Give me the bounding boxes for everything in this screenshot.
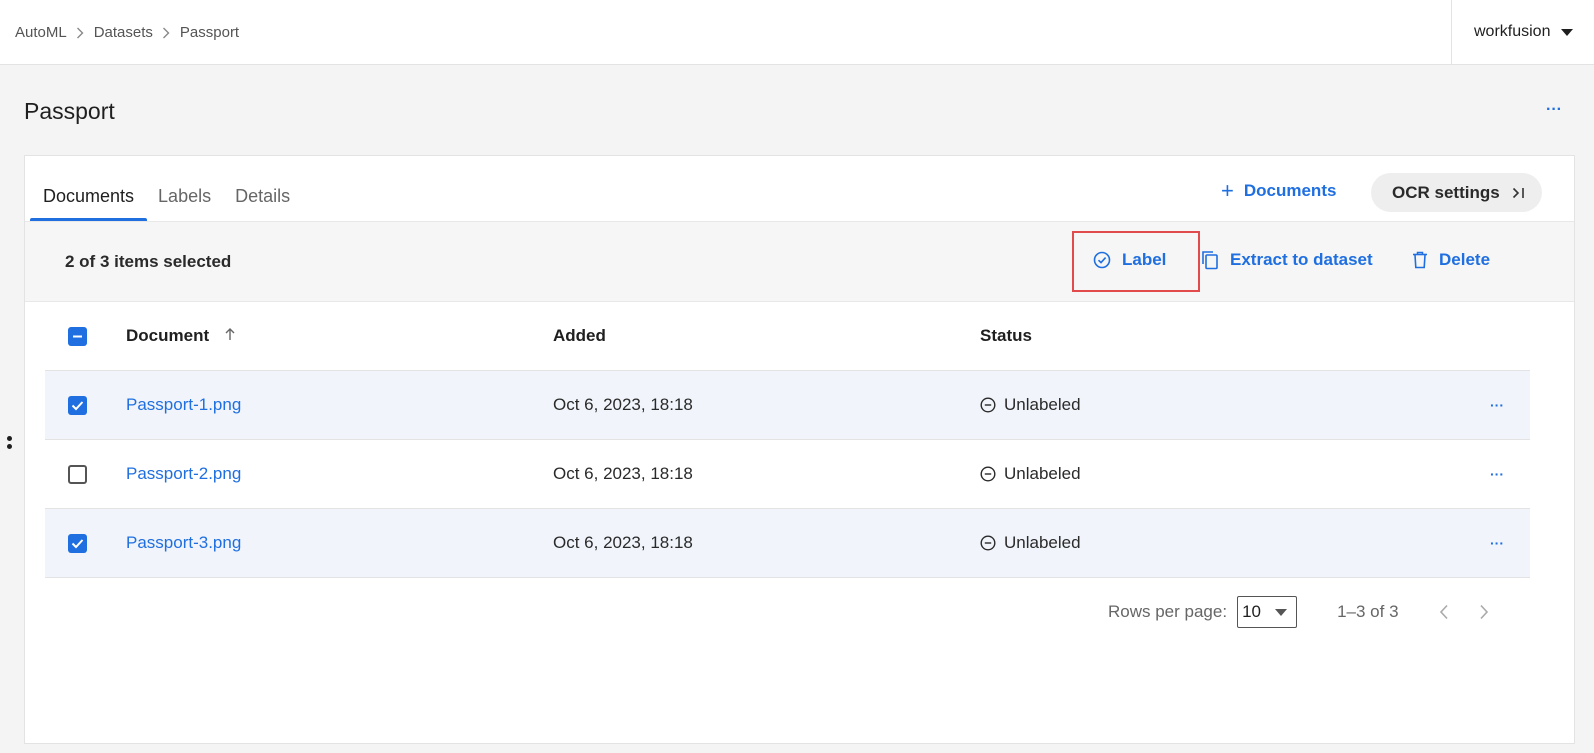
dataset-card: Documents Labels Details + Documents OCR… bbox=[24, 155, 1575, 744]
pagination: Rows per page: 10 1–3 of 3 bbox=[1108, 596, 1489, 628]
status-cell: Unlabeled bbox=[980, 533, 1081, 553]
previous-page-button[interactable] bbox=[1439, 604, 1449, 620]
tab-details[interactable]: Details bbox=[222, 186, 303, 222]
check-circle-icon bbox=[1093, 251, 1111, 269]
panel-open-icon bbox=[1512, 187, 1526, 199]
label-button-text: Label bbox=[1122, 250, 1167, 269]
trash-icon bbox=[1413, 251, 1427, 269]
breadcrumb-passport: Passport bbox=[179, 24, 240, 41]
chevron-right-icon bbox=[76, 27, 84, 39]
top-bar: AutoML Datasets Passport workfusion bbox=[0, 0, 1594, 65]
ocr-settings-button[interactable]: OCR settings bbox=[1371, 173, 1542, 212]
document-link[interactable]: Passport-1.png bbox=[126, 395, 241, 415]
plus-icon: + bbox=[1221, 178, 1234, 203]
drag-handle-icon[interactable] bbox=[7, 436, 12, 449]
extract-to-dataset-button[interactable]: Extract to dataset bbox=[1201, 250, 1373, 270]
added-date: Oct 6, 2023, 18:18 bbox=[553, 464, 693, 483]
selection-count: 2 of 3 items selected bbox=[65, 252, 232, 271]
ocr-settings-label: OCR settings bbox=[1392, 182, 1500, 202]
document-link[interactable]: Passport-3.png bbox=[126, 533, 241, 553]
documents-table: Document Added Status Passport-1.png Oct… bbox=[45, 302, 1530, 578]
minus-circle-icon bbox=[980, 466, 996, 482]
chevron-right-icon bbox=[1479, 604, 1488, 620]
rows-per-page-label: Rows per page: bbox=[1108, 602, 1228, 621]
column-header-document[interactable]: Document bbox=[126, 326, 236, 346]
table-row[interactable]: Passport-1.png Oct 6, 2023, 18:18 Unlabe… bbox=[45, 371, 1530, 440]
selection-action-bar: 2 of 3 items selected Label Extract to d… bbox=[25, 221, 1574, 302]
tab-bar: Documents Labels Details bbox=[30, 156, 301, 222]
status-cell: Unlabeled bbox=[980, 395, 1081, 415]
extract-button-text: Extract to dataset bbox=[1230, 250, 1373, 269]
tab-labels[interactable]: Labels bbox=[145, 186, 224, 222]
row-checkbox[interactable] bbox=[68, 464, 87, 484]
caret-down-icon bbox=[1275, 609, 1288, 616]
minus-circle-icon bbox=[980, 397, 996, 413]
add-documents-button[interactable]: + Documents bbox=[1221, 178, 1337, 203]
chevron-left-icon bbox=[1439, 604, 1448, 620]
breadcrumb-automl[interactable]: AutoML bbox=[15, 24, 67, 41]
breadcrumb-datasets[interactable]: Datasets bbox=[94, 24, 153, 41]
label-button[interactable]: Label bbox=[1093, 250, 1166, 270]
user-name: workfusion bbox=[1474, 23, 1551, 40]
pagination-range: 1–3 of 3 bbox=[1337, 602, 1399, 621]
column-header-added[interactable]: Added bbox=[553, 326, 606, 346]
minus-circle-icon bbox=[980, 535, 996, 551]
breadcrumb: AutoML Datasets Passport bbox=[15, 24, 239, 41]
column-header-status[interactable]: Status bbox=[980, 326, 1032, 346]
add-documents-label: Documents bbox=[1243, 181, 1337, 200]
document-link[interactable]: Passport-2.png bbox=[126, 464, 241, 484]
table-row[interactable]: Passport-2.png Oct 6, 2023, 18:18 Unlabe… bbox=[45, 440, 1530, 509]
next-page-button[interactable] bbox=[1479, 604, 1489, 620]
more-options-icon[interactable]: ··· bbox=[1546, 101, 1562, 119]
row-checkbox[interactable] bbox=[68, 533, 87, 553]
tab-documents[interactable]: Documents bbox=[30, 186, 148, 222]
added-date: Oct 6, 2023, 18:18 bbox=[553, 533, 693, 552]
row-more-icon[interactable]: ··· bbox=[1490, 397, 1504, 413]
table-row[interactable]: Passport-3.png Oct 6, 2023, 18:18 Unlabe… bbox=[45, 509, 1530, 578]
user-menu[interactable]: workfusion bbox=[1451, 0, 1594, 64]
table-header-row: Document Added Status bbox=[45, 302, 1530, 371]
sort-up-arrow-icon bbox=[224, 327, 236, 341]
row-checkbox[interactable] bbox=[68, 395, 87, 415]
added-date: Oct 6, 2023, 18:18 bbox=[553, 395, 693, 414]
page-title: Passport bbox=[24, 98, 115, 124]
row-more-icon[interactable]: ··· bbox=[1490, 466, 1504, 482]
chevron-right-icon bbox=[162, 27, 170, 39]
delete-button-text: Delete bbox=[1439, 250, 1491, 269]
row-more-icon[interactable]: ··· bbox=[1490, 535, 1504, 551]
copy-icon bbox=[1202, 251, 1218, 270]
status-cell: Unlabeled bbox=[980, 464, 1081, 484]
select-all-checkbox[interactable] bbox=[68, 326, 87, 346]
delete-button[interactable]: Delete bbox=[1412, 250, 1490, 270]
caret-down-icon bbox=[1561, 28, 1574, 36]
rows-per-page-select[interactable]: 10 bbox=[1237, 596, 1298, 628]
